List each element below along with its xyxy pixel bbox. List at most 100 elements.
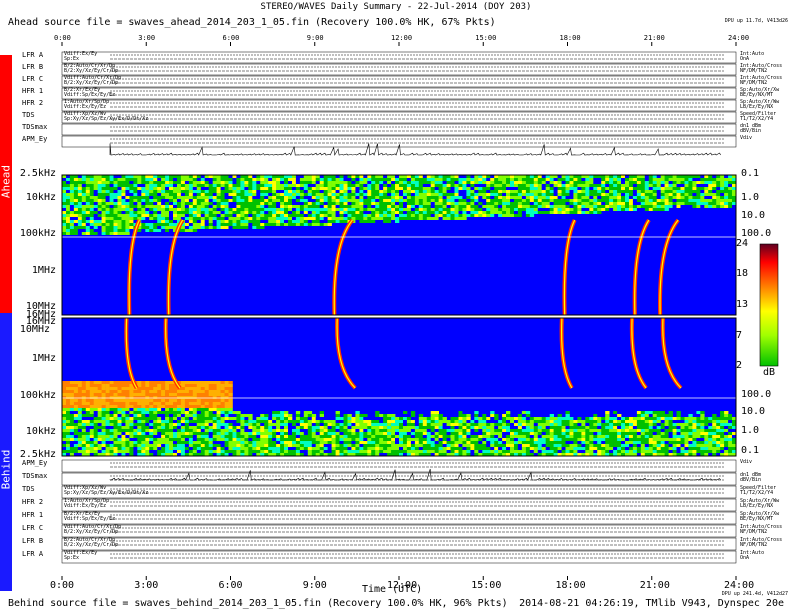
ahead-spectrum-cell — [319, 199, 324, 202]
behind-spectrum-cell — [462, 423, 467, 426]
ahead-spectrum-cell — [81, 178, 87, 181]
behind-spectrum-cell — [557, 447, 562, 450]
ahead-spectrum-cell — [295, 181, 301, 184]
ahead-spectrum-cell — [145, 205, 150, 208]
behind-spectrum-cell — [192, 396, 198, 399]
ahead-spectrum-cell — [327, 181, 332, 184]
ahead-spectrum-cell — [446, 196, 451, 199]
ahead-spectrum-cell — [200, 214, 206, 217]
ahead-spectrum-cell — [482, 196, 487, 199]
behind-spectrum-cell — [224, 414, 229, 417]
behind-spectrum-cell — [161, 411, 166, 414]
behind-spectrum-cell — [351, 435, 356, 438]
behind-spectrum-cell — [145, 438, 150, 441]
behind-spectrum-cell — [117, 411, 122, 414]
ahead-spectrum-cell — [157, 220, 162, 223]
behind-spectrum-cell — [367, 438, 372, 441]
ahead-spectrum-cell — [228, 181, 233, 184]
behind-spectrum-cell — [256, 444, 261, 447]
behind-spectrum-cell — [442, 420, 447, 423]
behind-spectrum-cell — [137, 447, 142, 450]
behind-spectrum-cell — [403, 432, 408, 435]
behind-spectrum-cell — [169, 408, 174, 411]
ahead-spectrum-cell — [565, 205, 570, 208]
ahead-spectrum-cell — [81, 193, 87, 196]
ahead-spectrum-cell — [406, 190, 412, 193]
behind-spectrum-cell — [208, 423, 213, 426]
behind-spectrum-cell — [93, 387, 98, 390]
behind-spectrum-cell — [153, 399, 158, 402]
behind-spectrum-cell — [220, 384, 225, 387]
ahead-spectrum-cell — [636, 190, 642, 193]
ahead-spectrum-cell — [549, 205, 554, 208]
ahead-spectrum-cell — [81, 217, 87, 220]
ahead-spectrum-cell — [288, 202, 293, 205]
behind-spectrum-cell — [81, 417, 87, 420]
behind-spectrum-cell — [533, 420, 539, 423]
ahead-spectrum-cell — [224, 187, 229, 190]
behind-spectrum-cell — [506, 444, 511, 447]
behind-spectrum-cell — [125, 438, 130, 441]
ahead-spectrum-cell — [621, 184, 626, 187]
ahead-spectrum-cell — [295, 205, 301, 208]
ahead-spectrum-cell — [180, 190, 186, 193]
behind-spectrum-cell — [565, 423, 570, 426]
ahead-spectrum-cell — [692, 190, 697, 193]
ahead-spectrum-cell — [391, 190, 396, 193]
ahead-spectrum-cell — [299, 184, 305, 187]
ahead-spectrum-cell — [418, 178, 424, 181]
behind-spectrum-cell — [133, 429, 138, 432]
ahead-spectrum-cell — [232, 196, 237, 199]
ahead-spectrum-cell — [272, 217, 277, 220]
behind-spectrum-cell — [458, 411, 463, 414]
ahead-spectrum-cell — [85, 208, 91, 211]
behind-spectrum-cell — [280, 432, 285, 435]
behind-spectrum-cell — [85, 429, 91, 432]
behind-spectrum-cell — [101, 450, 106, 453]
behind-spectrum-cell — [442, 450, 447, 453]
ahead-spectrum-cell — [188, 184, 194, 187]
ahead-spectrum-cell — [244, 226, 249, 229]
ahead-spectrum-cell — [656, 181, 661, 184]
behind-spectrum-cell — [252, 423, 257, 426]
ahead-spectrum-cell — [573, 211, 578, 214]
behind-spectrum-cell — [549, 420, 554, 423]
behind-spectrum-cell — [529, 432, 535, 435]
ahead-spectrum-cell — [192, 205, 198, 208]
behind-spectrum-cell — [141, 411, 146, 414]
ahead-spectrum-cell — [510, 190, 515, 193]
behind-spectrum-cell — [414, 426, 420, 429]
ahead-spectrum-cell — [276, 190, 281, 193]
behind-spectrum-cell — [284, 435, 289, 438]
ahead-spectrum-cell — [375, 220, 380, 223]
behind-spectrum-cell — [192, 402, 198, 405]
behind-spectrum-cell — [113, 405, 118, 408]
ahead-spectrum-cell — [625, 205, 630, 208]
behind-spectrum-cell — [355, 414, 360, 417]
ahead-spectrum-cell — [89, 226, 95, 229]
behind-spectrum-cell — [557, 417, 562, 420]
behind-spectrum-cell — [220, 435, 225, 438]
ahead-row-frame — [61, 75, 737, 88]
behind-spectrum-cell — [184, 384, 190, 387]
behind-spectrum-cell — [442, 423, 447, 426]
ahead-spectrum-cell — [288, 193, 293, 196]
behind-spectrum-cell — [180, 441, 186, 444]
ahead-spectrum-cell — [62, 214, 67, 217]
ahead-spectrum-cell — [502, 178, 507, 181]
behind-spectrum-cell — [81, 384, 87, 387]
behind-spectrum-cell — [403, 411, 408, 414]
behind-spectrum-cell — [430, 438, 435, 441]
behind-spectrum-cell — [303, 447, 309, 450]
ahead-spectrum-cell — [109, 205, 114, 208]
ahead-spectrum-cell — [391, 187, 396, 190]
ahead-spectrum-cell — [117, 208, 122, 211]
ahead-spectrum-cell — [125, 208, 130, 211]
behind-spectrum-cell — [89, 390, 95, 393]
behind-spectrum-cell — [514, 447, 519, 450]
ahead-spectrum-cell — [188, 193, 194, 196]
ahead-spectrum-cell — [299, 214, 305, 217]
ahead-spectrum-cell — [66, 232, 71, 235]
behind-spectrum-cell — [343, 414, 348, 417]
behind-spectrum-cell — [391, 441, 396, 444]
